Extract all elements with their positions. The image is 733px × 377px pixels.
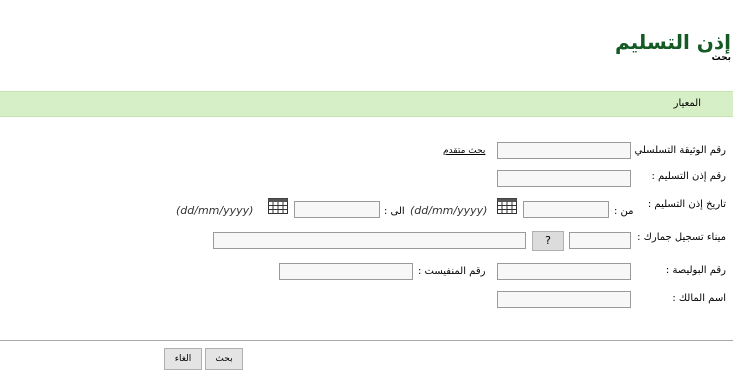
criteria-header: المعيار bbox=[0, 91, 733, 117]
port-lookup-button[interactable]: ? bbox=[532, 231, 564, 251]
customs-port-label: ميناء تسجيل جمارك : bbox=[637, 232, 726, 243]
delivery-date-label: تاريخ إذن التسليم : bbox=[647, 199, 726, 210]
customs-port-name-input[interactable] bbox=[213, 232, 526, 249]
customs-port-code-input[interactable] bbox=[569, 232, 631, 249]
delivery-number-label: رقم إذن التسليم : bbox=[651, 171, 727, 182]
owner-name-label: اسم المالك : bbox=[672, 293, 726, 304]
cancel-button[interactable]: الغاء bbox=[164, 348, 202, 370]
date-to-input[interactable] bbox=[294, 201, 380, 218]
date-to-label: الى : bbox=[384, 206, 405, 217]
criteria-label: المعيار bbox=[673, 98, 701, 109]
owner-name-input[interactable] bbox=[497, 291, 631, 308]
search-button[interactable]: بحث bbox=[205, 348, 243, 370]
date-from-label: من : bbox=[614, 206, 634, 217]
page-title: إذن التسليم bbox=[614, 30, 731, 54]
date-format-hint-from: (dd/mm/yyyy) bbox=[410, 204, 488, 217]
policy-number-label: رقم البوليصة : bbox=[665, 265, 726, 276]
page-subtitle: بحث bbox=[711, 53, 731, 63]
policy-number-input[interactable] bbox=[497, 263, 631, 280]
date-format-hint-to: (dd/mm/yyyy) bbox=[176, 204, 254, 217]
calendar-icon[interactable] bbox=[268, 198, 288, 214]
manifest-number-label: رقم المنفيست : bbox=[418, 266, 486, 277]
date-from-input[interactable] bbox=[523, 201, 609, 218]
manifest-number-input[interactable] bbox=[279, 263, 413, 280]
calendar-icon[interactable] bbox=[497, 198, 517, 214]
serial-number-input[interactable] bbox=[497, 142, 631, 159]
serial-number-label: رقم الوثيقة التسلسلي : bbox=[627, 145, 726, 156]
delivery-number-input[interactable] bbox=[497, 170, 631, 187]
divider bbox=[0, 340, 733, 341]
advanced-search-link[interactable]: بحث متقدم bbox=[443, 146, 485, 156]
